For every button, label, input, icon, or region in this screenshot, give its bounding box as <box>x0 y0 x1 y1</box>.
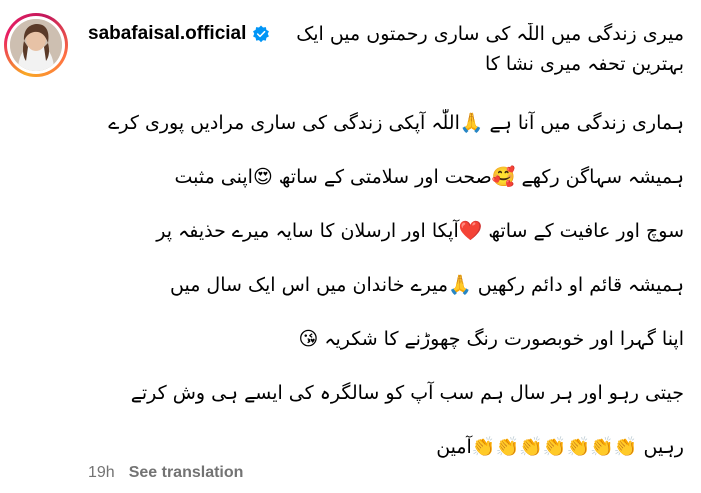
caption-line-6: ہمیشہ قائم او دائم رکھیں 🙏میرے خاندان می… <box>170 274 684 296</box>
caption-line-8: جیتی رہو اور ہر سال ہم سب آپ کو سالگرہ ک… <box>130 382 684 404</box>
post-timestamp[interactable]: 19h <box>88 464 115 482</box>
caption-header: sabafaisal.official میری زندگی میں اللّٰ… <box>88 18 684 50</box>
verified-badge-icon <box>252 25 270 43</box>
caption-line-1: میری زندگی میں اللّٰہ کی ساری رحمتوں میں… <box>296 23 684 45</box>
caption-line-5: سوچ اور عافیت کے ساتھ ❤️آپکا اور ارسلان … <box>156 220 684 242</box>
caption-line-4: ہمیشہ سہاگن رکھے 🥰صحت اور سلامتی کے ساتھ… <box>174 166 684 188</box>
caption-line-3: ہماری زندگی میں آنا ہے 🙏اللّٰہ آپکی زندگ… <box>108 112 684 134</box>
see-translation-button[interactable]: See translation <box>129 464 244 482</box>
caption-line-7: اپنا گہرا اور خوبصورت رنگ چھوڑنے کا شکری… <box>298 328 684 350</box>
avatar-image-icon <box>10 19 62 71</box>
caption-line-2: بہترین تحفہ میری نشا کا <box>485 53 684 75</box>
post-caption: sabafaisal.official میری زندگی میں اللّٰ… <box>88 18 684 461</box>
avatar-photo <box>10 19 62 71</box>
avatar-ring-gap <box>7 16 65 74</box>
caption-line-9: رہیں 👏👏👏👏👏👏👏آمین <box>436 436 684 458</box>
avatar[interactable] <box>4 13 68 77</box>
post-meta: 19h See translation <box>88 464 243 482</box>
username-link[interactable]: sabafaisal.official <box>88 23 246 45</box>
